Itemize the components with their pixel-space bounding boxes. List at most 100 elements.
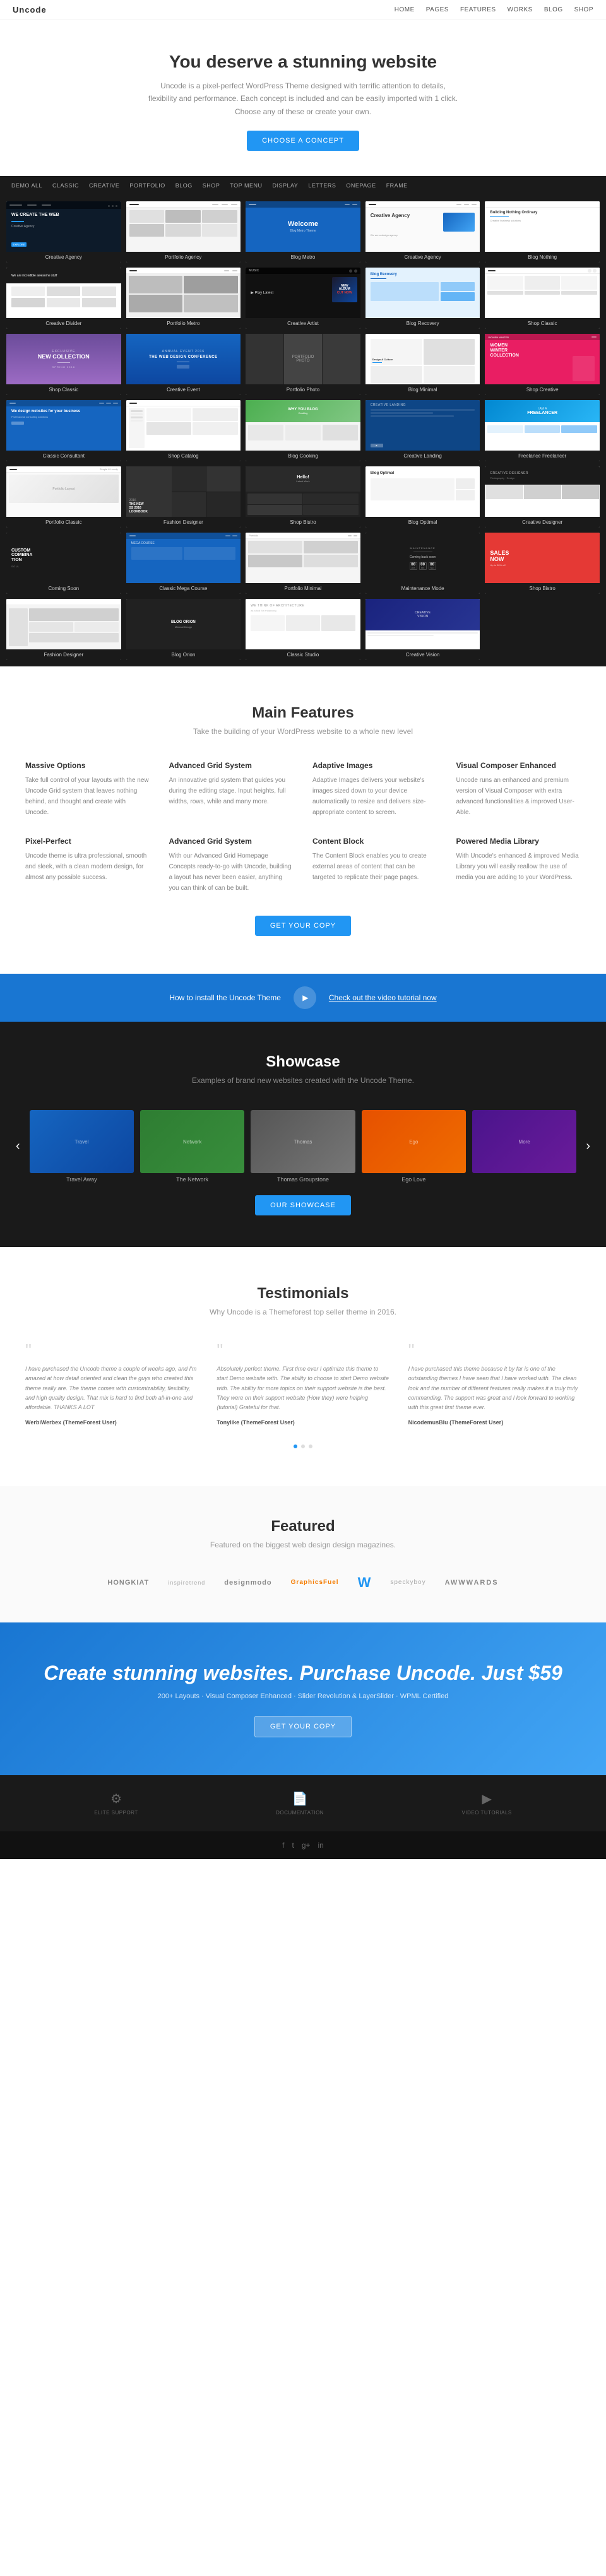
facebook-icon[interactable]: f — [282, 1841, 284, 1850]
demo-nav-frame[interactable]: FRAME — [381, 176, 413, 195]
dot-3[interactable] — [309, 1445, 312, 1448]
demo-nav-shop[interactable]: SHOP — [198, 176, 225, 195]
demo-blog-nothing[interactable]: Building Nothing Ordinary Creative busin… — [485, 201, 600, 263]
features-title: Main Features — [25, 704, 581, 722]
nav-works[interactable]: Works — [508, 6, 533, 13]
demo-nav-letters[interactable]: LETTERS — [303, 176, 341, 195]
featured-logo-w: W — [358, 1575, 372, 1591]
play-button[interactable] — [294, 986, 316, 1009]
demo-nav-creative[interactable]: CREATIVE — [84, 176, 124, 195]
demo-creative-artist[interactable]: MUSIC NEW ALBUM CUT NOW ▶ Play Latest Cr… — [246, 268, 360, 329]
demo-creative-event[interactable]: EXCLUSIVE New Collection Spring 2016 Sho… — [6, 334, 121, 395]
showcase-item-1[interactable]: Travel Travel Away — [30, 1110, 134, 1183]
demo-portfolio-metro[interactable]: Portfolio Metro — [126, 268, 241, 329]
demo-portfolio-agency[interactable]: Portfolio Agency — [126, 201, 241, 263]
demo-label: Creative Vision — [365, 649, 480, 660]
showcase-item-2[interactable]: Network The Network — [140, 1110, 244, 1183]
showcase-next-arrow[interactable]: › — [583, 1139, 593, 1154]
demo-creative-vision[interactable]: CreativeVision Creative Vision — [365, 599, 480, 660]
demo-fashion-designer[interactable]: 2016 THE NEWSS 2016LOOKBOOK Fashion Desi… — [126, 466, 241, 528]
demo-maintenance[interactable]: MAINTENANCE Coming back soon 00 HRS 00 M… — [365, 533, 480, 594]
dot-1[interactable] — [294, 1445, 297, 1448]
demo-creative-designer[interactable]: CREATIVE DESIGNER Photography · Design C… — [485, 466, 600, 528]
demo-sales-now[interactable]: SALESNOW Up to 50% off Shop Bistro — [485, 533, 600, 594]
demo-mega-course[interactable]: Mega Course Classic Mega Course — [126, 533, 241, 594]
bottom-nav-support[interactable]: ⚙ Elite Support — [94, 1791, 138, 1816]
feature-text: Uncode theme is ultra professional, smoo… — [25, 851, 150, 883]
demo-shop-bistro[interactable]: Hello! Latest Work Shop Bistro — [246, 466, 360, 528]
feature-text: Uncode runs an enhanced and premium vers… — [456, 775, 581, 818]
video-bar-text: How to install the Uncode Theme — [169, 993, 281, 1002]
twitter-icon[interactable]: t — [292, 1841, 294, 1850]
demo-nav-onepage[interactable]: ONEPAGE — [341, 176, 381, 195]
features-subtitle: Take the building of your WordPress webs… — [25, 727, 581, 736]
demo-blog-minimal[interactable]: Design & Culture Blog Minimal — [365, 334, 480, 395]
demo-creative-divider[interactable]: We are incredible awesome stuff Creative… — [6, 268, 121, 329]
testimonials-title: Testimonials — [25, 1285, 581, 1303]
support-icon: ⚙ — [94, 1791, 138, 1807]
showcase-item-5[interactable]: More — [472, 1110, 576, 1183]
demo-fashion-designer-2[interactable]: Fashion Designer — [6, 599, 121, 660]
demo-blog-metro[interactable]: Welcome Blog Metro Theme Blog Metro — [246, 201, 360, 263]
nav-shop[interactable]: Shop — [574, 6, 593, 13]
showcase-item-4[interactable]: Ego Ego Love — [362, 1110, 466, 1183]
showcase-button[interactable]: OUR SHOWCASE — [255, 1195, 351, 1215]
nav-pages[interactable]: Pages — [426, 6, 449, 13]
video-bar-link[interactable]: Check out the video tutorial now — [329, 993, 437, 1002]
demo-nav-display[interactable]: DISPLAY — [267, 176, 303, 195]
nav-blog[interactable]: Blog — [544, 6, 563, 13]
featured-subtitle: Featured on the biggest web design desig… — [25, 1540, 581, 1549]
features-cta-wrap: GET YOUR COPY — [25, 916, 581, 936]
feature-advanced-grid: Advanced Grid System With our Advanced G… — [169, 837, 294, 894]
demo-classic-studio[interactable]: WE THINK OF ARCHITECTURE as a tool for e… — [246, 599, 360, 660]
demo-coming-soon[interactable]: CUSTOMCOMBINATION Soul Coming Soon — [6, 533, 121, 594]
demo-label: Blog Optimal — [365, 517, 480, 528]
demo-freelance[interactable]: I AM A FREELANCER Freelance Freelancer — [485, 400, 600, 461]
demo-label: Fashion Designer — [6, 649, 121, 660]
quote-mark: " — [25, 1342, 198, 1359]
demo-nav-topmenu[interactable]: TOP MENU — [225, 176, 267, 195]
showcase-item-3[interactable]: Thomas Thomas Groupstone — [251, 1110, 355, 1183]
demo-classic-consultant[interactable]: We design websites for your business Pro… — [6, 400, 121, 461]
featured-logo-inspiretrend: inspiretrend — [168, 1580, 205, 1586]
feature-title: Pixel-Perfect — [25, 837, 150, 846]
logo: Uncode — [13, 5, 47, 15]
features-cta-button[interactable]: GET YOUR COPY — [255, 916, 351, 936]
demo-nav-classic[interactable]: CLASSIC — [47, 176, 84, 195]
demo-creative-agency-2[interactable]: Creative Agency We are a design agency C… — [365, 201, 480, 263]
nav-features[interactable]: Features — [460, 6, 496, 13]
feature-massive-options: Massive Options Take full control of you… — [25, 761, 150, 818]
demo-blog-orion[interactable]: Blog Orion Minimal Design Blog Orion — [126, 599, 241, 660]
demo-nav-all[interactable]: DEMO ALL — [6, 176, 47, 195]
demo-creative-landing[interactable]: CREATIVE LANDING ▶ Creative Landing — [365, 400, 480, 461]
demo-blog-optimal[interactable]: Blog Optimal Blog Optimal — [365, 466, 480, 528]
demo-shop-creative[interactable]: WOMEN WINTER WOMENWINTERCOLLECTION Shop … — [485, 334, 600, 395]
showcase-prev-arrow[interactable]: ‹ — [13, 1139, 23, 1154]
demo-blog-recovery[interactable]: Blog Recovery Blog Recovery — [365, 268, 480, 329]
bottom-nav-docs[interactable]: 📄 Documentation — [276, 1791, 324, 1816]
demo-label: Freelance Freelancer — [485, 451, 600, 461]
nav-home[interactable]: Home — [395, 6, 415, 13]
demo-portfolio-photo[interactable]: PORTFOLIOPHOTO Portfolio Photo — [246, 334, 360, 395]
demo-nav-portfolio[interactable]: PORTFOLIO — [124, 176, 170, 195]
cta-button[interactable]: GET YOUR COPY — [254, 1716, 352, 1737]
choose-concept-button[interactable]: CHOOSE A CONCEPT — [247, 131, 359, 151]
demo-conference[interactable]: ANNUAL EVENT 2016 THE WEB DESIGN CONFERE… — [126, 334, 241, 395]
bottom-nav-video[interactable]: ▶ Video Tutorials — [462, 1791, 512, 1816]
demo-creative-agency[interactable]: WE CREATE THE WEB Creative Agency EXPLOR… — [6, 201, 121, 263]
demo-shop-catalog[interactable]: Shop Catalog — [126, 400, 241, 461]
demo-portfolio-classic[interactable]: Simple & Lovely Portfolio Layout Portfol… — [6, 466, 121, 528]
main-nav: Home Pages Features Works Blog Shop — [395, 6, 593, 13]
showcase-section: Showcase Examples of brand new websites … — [0, 1022, 606, 1247]
google-plus-icon[interactable]: g+ — [302, 1841, 311, 1850]
demo-nav-blog[interactable]: BLOG — [170, 176, 198, 195]
demo-blog-cooking[interactable]: WHY YOU BLOGCooking Blog Cooking — [246, 400, 360, 461]
linkedin-icon[interactable]: in — [318, 1841, 324, 1850]
feature-text: Adaptive Images delivers your website's … — [312, 775, 437, 818]
bottom-navigation: ⚙ Elite Support 📄 Documentation ▶ Video … — [0, 1775, 606, 1831]
dot-2[interactable] — [301, 1445, 305, 1448]
demo-shop-classic[interactable]: Shop Classic — [485, 268, 600, 329]
showcase-items: Travel Travel Away Network The Network T… — [30, 1110, 577, 1183]
featured-logo-graphicsfuel: GraphicsFuel — [291, 1579, 339, 1586]
demo-portfolio-minimal[interactable]: Portfolio Portfolio Minimal — [246, 533, 360, 594]
